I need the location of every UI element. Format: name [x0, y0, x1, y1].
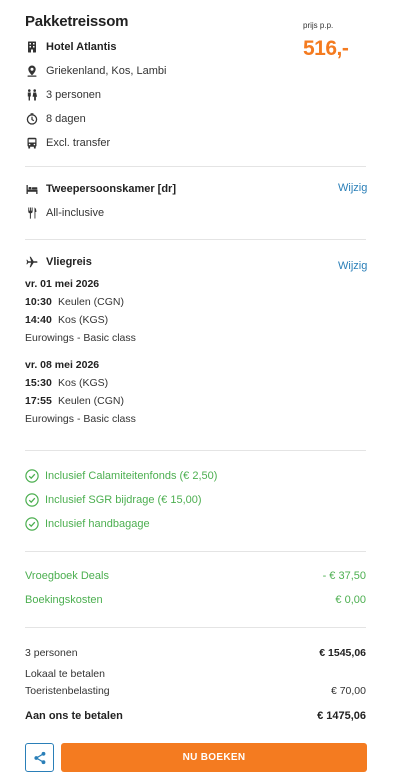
duration-text: 8 dagen [46, 113, 86, 125]
amount-due-label: Aan ons te betalen [25, 710, 123, 722]
location-text: Griekenland, Kos, Lambi [46, 65, 167, 77]
flight-row: Vliegreis [25, 254, 92, 270]
inclusion-item: Inclusief Calamiteitenfonds (€ 2,50) [25, 469, 217, 483]
persons-icon [25, 89, 38, 102]
persons-total-row: 3 personen € 1545,06 [25, 647, 366, 659]
hotel-name: Hotel Atlantis [46, 41, 117, 53]
persons-total-value: € 1545,06 [319, 647, 366, 659]
divider [25, 450, 366, 451]
building-icon [25, 41, 38, 54]
return-carrier: Eurowings - Basic class [25, 413, 136, 425]
clock-icon [25, 113, 38, 126]
return-date: vr. 08 mei 2026 [25, 359, 100, 371]
price-label: prijs p.p. [303, 21, 334, 30]
booking-costs-row: Boekingskosten € 0,00 [25, 594, 366, 606]
outbound-departure: 10:30 Keulen (CGN) [25, 296, 124, 308]
change-flight-link[interactable]: Wijzig [338, 260, 367, 272]
tourist-tax-value: € 70,00 [330, 685, 366, 697]
persons-text: 3 personen [46, 89, 102, 101]
local-payment-label: Lokaal te betalen [25, 668, 105, 680]
check-circle-icon [25, 469, 39, 483]
bus-icon [25, 137, 38, 150]
price-per-person: 516,- [303, 37, 349, 60]
return-departure: 15:30 Kos (KGS) [25, 377, 109, 389]
deals-value: - € 37,50 [322, 570, 366, 582]
share-icon [33, 751, 45, 764]
change-room-link[interactable]: Wijzig [338, 182, 367, 194]
amount-due-row: Aan ons te betalen € 1475,06 [25, 710, 366, 722]
inclusion-label: Inclusief SGR bijdrage (€ 15,00) [45, 494, 202, 506]
amount-due-value: € 1475,06 [317, 710, 366, 722]
inclusion-label: Inclusief handbagage [45, 518, 150, 530]
tourist-tax-row: Toeristenbelasting € 70,00 [25, 685, 366, 697]
persons-total-label: 3 personen [25, 647, 78, 659]
deals-label: Vroegboek Deals [25, 570, 109, 582]
bed-icon [25, 183, 38, 196]
inclusion-item: Inclusief SGR bijdrage (€ 15,00) [25, 493, 202, 507]
divider [25, 551, 366, 552]
location-row: Griekenland, Kos, Lambi [25, 63, 166, 79]
room-row: Tweepersoonskamer [dr] [25, 181, 176, 197]
transfer-text: Excl. transfer [46, 137, 111, 149]
persons-row: 3 personen [25, 87, 101, 103]
map-pin-icon [25, 65, 38, 78]
outbound-date: vr. 01 mei 2026 [25, 278, 100, 290]
divider [25, 627, 366, 628]
transfer-row: Excl. transfer [25, 135, 110, 151]
tourist-tax-label: Toeristenbelasting [25, 685, 110, 697]
share-button[interactable] [25, 743, 54, 772]
local-payment-row: Lokaal te betalen [25, 668, 366, 680]
duration-row: 8 dagen [25, 111, 86, 127]
check-circle-icon [25, 493, 39, 507]
booking-summary-panel: Pakketreissom prijs p.p. 516,- Hotel Atl… [0, 0, 413, 779]
cutlery-icon [25, 207, 38, 220]
booking-costs-value: € 0,00 [335, 594, 366, 606]
page-title: Pakketreissom [25, 13, 129, 30]
book-now-button[interactable]: NU BOEKEN [61, 743, 367, 772]
room-type: Tweepersoonskamer [dr] [46, 183, 177, 195]
divider [25, 166, 366, 167]
inclusion-item: Inclusief handbagage [25, 517, 150, 531]
early-booking-deals-row: Vroegboek Deals - € 37,50 [25, 570, 366, 582]
board-row: All-inclusive [25, 205, 104, 221]
inclusion-label: Inclusief Calamiteitenfonds (€ 2,50) [45, 470, 218, 482]
check-circle-icon [25, 517, 39, 531]
board-text: All-inclusive [46, 207, 105, 219]
hotel-row: Hotel Atlantis [25, 39, 117, 55]
outbound-carrier: Eurowings - Basic class [25, 332, 136, 344]
outbound-arrival: 14:40 Kos (KGS) [25, 314, 109, 326]
return-arrival: 17:55 Keulen (CGN) [25, 395, 124, 407]
flight-title: Vliegreis [46, 256, 92, 268]
divider [25, 239, 366, 240]
booking-costs-label: Boekingskosten [25, 594, 103, 606]
airplane-icon [25, 256, 38, 269]
